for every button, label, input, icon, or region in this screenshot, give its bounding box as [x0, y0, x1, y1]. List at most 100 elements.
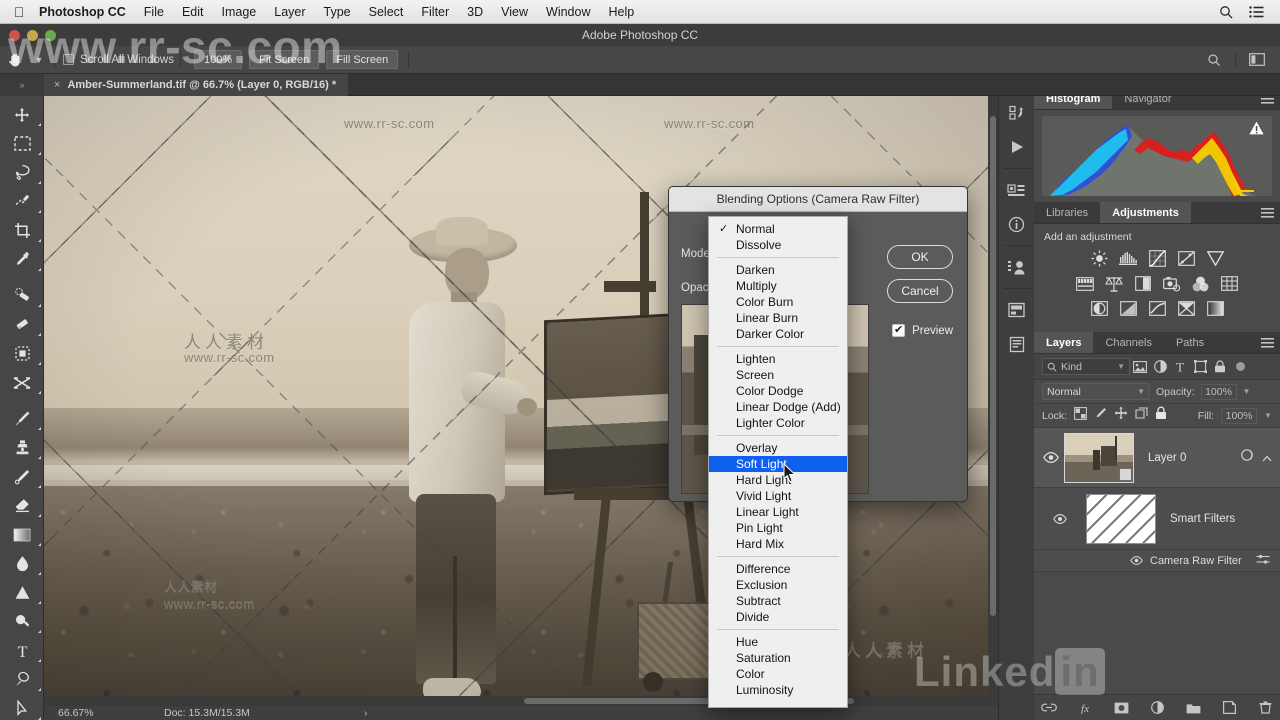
blur-tool[interactable] [0, 549, 44, 578]
search-icon[interactable] [1199, 49, 1229, 71]
scroll-all-windows-checkbox[interactable]: Scroll All Windows [63, 54, 174, 66]
menu-item-exclusion[interactable]: Exclusion [709, 577, 847, 593]
document-tab[interactable]: × Amber-Summerland.tif @ 66.7% (Layer 0,… [44, 73, 349, 96]
library-icon[interactable] [999, 293, 1035, 327]
layer-visibility-eye-icon[interactable] [1038, 452, 1064, 463]
gradient-tool[interactable] [0, 520, 44, 549]
menu-item-darken[interactable]: Darken [709, 262, 847, 278]
apple-logo-icon[interactable]:  [8, 4, 30, 20]
lock-all-icon[interactable] [1155, 406, 1167, 425]
panel-menu-icon[interactable] [1254, 332, 1280, 353]
properties-icon[interactable] [999, 173, 1035, 207]
menu-item-normal[interactable]: ✓ Normal [709, 221, 847, 237]
menu-item-dissolve[interactable]: Dissolve [709, 237, 847, 253]
adjustment-filter-icon[interactable] [1150, 360, 1170, 373]
lock-artboard-icon[interactable] [1135, 406, 1148, 425]
filter-enable-toggle[interactable] [1236, 362, 1245, 371]
list-icon[interactable] [1249, 5, 1264, 18]
quick-selection-tool[interactable] [0, 187, 44, 216]
hue-saturation-icon[interactable] [1075, 274, 1094, 293]
spot-healing-brush-tool[interactable] [0, 281, 44, 310]
menu-item-help[interactable]: Help [600, 0, 644, 24]
exposure-icon[interactable] [1177, 249, 1196, 268]
menu-item-luminosity[interactable]: Luminosity [709, 682, 847, 698]
smart-object-filter-icon[interactable] [1210, 360, 1230, 373]
checkbox-box[interactable] [63, 54, 74, 65]
collapse-chevron-icon[interactable] [1262, 449, 1272, 467]
lock-transparent-icon[interactable] [1074, 406, 1088, 425]
menu-item-divide[interactable]: Divide [709, 609, 847, 625]
path-selection-tool[interactable] [0, 694, 44, 720]
link-layers-icon[interactable] [1041, 700, 1057, 716]
fill-value[interactable]: 100% [1221, 407, 1258, 424]
menu-item-image[interactable]: Image [213, 0, 266, 24]
opacity-value[interactable]: 100% [1200, 383, 1237, 400]
menu-item-hard-light[interactable]: Hard Light [709, 472, 847, 488]
menu-item-color-dodge[interactable]: Color Dodge [709, 383, 847, 399]
menu-item-screen[interactable]: Screen [709, 367, 847, 383]
patch-tool[interactable] [0, 310, 44, 339]
channel-mixer-icon[interactable] [1191, 274, 1210, 293]
menu-item-subtract[interactable]: Subtract [709, 593, 847, 609]
curves-icon[interactable] [1148, 249, 1167, 268]
menu-item-multiply[interactable]: Multiply [709, 278, 847, 294]
blend-mode-dropdown[interactable]: ✓ Normal Dissolve Darken Multiply Color … [708, 216, 848, 708]
type-tool[interactable]: T [0, 636, 44, 665]
menu-item-edit[interactable]: Edit [173, 0, 213, 24]
menu-item-difference[interactable]: Difference [709, 561, 847, 577]
fit-screen-button[interactable]: Fit Screen [249, 50, 320, 69]
menu-item-vivid-light[interactable]: Vivid Light [709, 488, 847, 504]
camera-raw-filter-visibility-eye-icon[interactable] [1130, 552, 1143, 570]
notes-icon[interactable] [999, 327, 1035, 361]
history-icon[interactable] [999, 96, 1035, 130]
smart-filters-visibility-eye-icon[interactable] [1034, 513, 1086, 524]
rectangular-marquee-tool[interactable] [0, 129, 44, 158]
menu-item-saturation[interactable]: Saturation [709, 650, 847, 666]
new-adjustment-icon[interactable] [1149, 700, 1165, 716]
smart-filters-mask-thumbnail[interactable] [1086, 493, 1156, 544]
layer-filter-kind-select[interactable]: Kind ▼ [1042, 358, 1130, 375]
history-brush-tool[interactable] [0, 462, 44, 491]
zoom-100-button[interactable]: 100% [193, 50, 243, 69]
lock-position-icon[interactable] [1114, 406, 1128, 425]
menu-item-select[interactable]: Select [360, 0, 413, 24]
clone-stamp-tool[interactable] [0, 433, 44, 462]
menu-item-overlay[interactable]: Overlay [709, 440, 847, 456]
filter-settings-icon[interactable] [1256, 552, 1280, 570]
eyedropper-tool[interactable] [0, 245, 44, 274]
play-icon[interactable] [999, 130, 1035, 164]
panel-menu-icon[interactable] [1254, 202, 1280, 223]
menu-item-view[interactable]: View [492, 0, 537, 24]
menu-item-type[interactable]: Type [315, 0, 360, 24]
preview-checkbox[interactable]: ✔ Preview [892, 324, 953, 337]
menu-item-3d[interactable]: 3D [458, 0, 492, 24]
menu-item-file[interactable]: File [135, 0, 173, 24]
smart-object-icon[interactable] [1241, 448, 1255, 467]
checkbox-box[interactable]: ✔ [892, 324, 906, 337]
invert-icon[interactable] [1090, 299, 1109, 318]
tool-preset-chevron-icon[interactable]: ▼ [30, 55, 48, 65]
move-tool[interactable] [0, 100, 44, 129]
menu-item-darker-color[interactable]: Darker Color [709, 326, 847, 342]
threshold-icon[interactable] [1148, 299, 1167, 318]
panel-collapse-arrows-icon[interactable]: » [0, 74, 44, 96]
fill-screen-button[interactable]: Fill Screen [326, 50, 399, 69]
selective-color-icon[interactable] [1177, 299, 1196, 318]
dodge-tool[interactable] [0, 578, 44, 607]
color-balance-icon[interactable] [1104, 274, 1123, 293]
new-layer-icon[interactable] [1221, 700, 1237, 716]
shape-filter-icon[interactable] [1190, 360, 1210, 373]
table-row[interactable]: Smart Filters [1034, 488, 1280, 550]
lock-image-icon[interactable] [1094, 407, 1107, 425]
info-icon[interactable] [999, 207, 1035, 241]
fx-icon[interactable]: fx [1077, 700, 1093, 716]
cancel-button[interactable]: Cancel [887, 279, 953, 303]
red-eye-tool[interactable] [0, 368, 44, 397]
color-lookup-icon[interactable] [1220, 274, 1239, 293]
menu-item-lighter-color[interactable]: Lighter Color [709, 415, 847, 431]
delete-layer-icon[interactable] [1257, 700, 1273, 716]
menu-item-filter[interactable]: Filter [412, 0, 458, 24]
menu-item-pin-light[interactable]: Pin Light [709, 520, 847, 536]
layer-thumbnail[interactable] [1064, 432, 1134, 483]
menu-item-lighten[interactable]: Lighten [709, 351, 847, 367]
